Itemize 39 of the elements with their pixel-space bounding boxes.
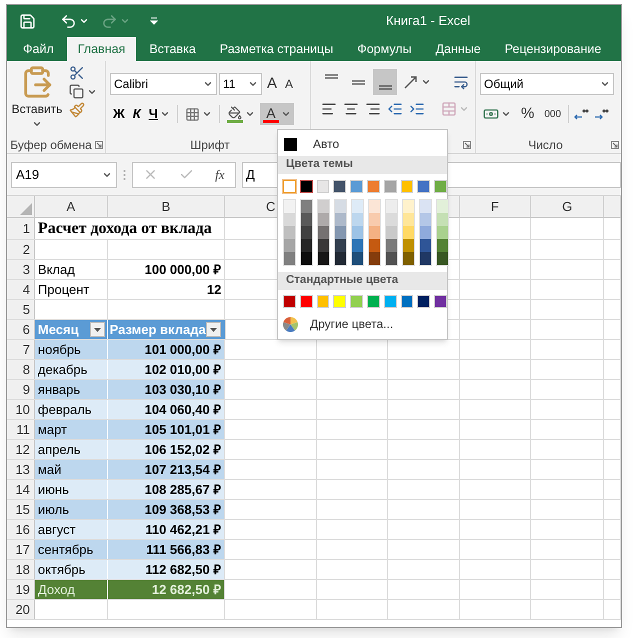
window-title: Книга1 - Excel bbox=[386, 12, 470, 30]
table-cell-text: февраль bbox=[38, 400, 92, 419]
table-cell-text: 110 462,21 ₽ bbox=[145, 520, 222, 539]
group-label: Число bbox=[528, 137, 563, 154]
table-cell-text: 106 152,02 ₽ bbox=[144, 440, 222, 459]
table-cell-text: сентябрь bbox=[38, 540, 94, 559]
column-heading: Размер вклада bbox=[110, 320, 206, 339]
group-label: Буфер обмена bbox=[10, 137, 92, 154]
table-cell-text: 101 000,00 ₽ bbox=[144, 340, 222, 359]
table-cell-text: Доход bbox=[38, 580, 75, 599]
table-cell-text: июнь bbox=[38, 480, 69, 499]
table-cell-text: 112 682,50 ₽ bbox=[145, 560, 222, 579]
table-cell-text: 103 030,10 ₽ bbox=[144, 380, 222, 399]
table-cell-text: ноябрь bbox=[38, 340, 81, 359]
table-cell-text: 100 000,00 ₽ bbox=[144, 260, 222, 279]
sheet-title: Расчет дохода от вклада bbox=[38, 218, 212, 238]
section-heading: Стандартные цвета bbox=[278, 272, 447, 290]
table-cell-text: август bbox=[38, 520, 76, 539]
section-heading: Цвета темы bbox=[278, 156, 447, 174]
table-cell-text: 108 285,67 ₽ bbox=[144, 480, 222, 499]
column-heading: Месяц bbox=[38, 320, 79, 339]
table-cell-text: 12 bbox=[206, 280, 222, 299]
group-label: Шрифт bbox=[190, 137, 230, 154]
table-cell-text: 104 060,40 ₽ bbox=[144, 400, 222, 419]
table-cell-text: 12 682,50 ₽ bbox=[152, 580, 222, 599]
table-cell-text: 105 101,01 ₽ bbox=[144, 420, 222, 439]
table-cell-text: январь bbox=[38, 380, 80, 399]
table-cell-text: март bbox=[38, 420, 67, 439]
table-cell-text: декабрь bbox=[38, 360, 88, 379]
table-cell-text: 107 213,54 ₽ bbox=[144, 460, 222, 479]
table-cell-text: 109 368,53 ₽ bbox=[144, 500, 222, 519]
table-cell-text: Вклад bbox=[38, 260, 75, 279]
table-cell-text: июль bbox=[38, 500, 70, 519]
table-cell-text: май bbox=[38, 460, 62, 479]
table-cell-text: апрель bbox=[38, 440, 81, 459]
table-cell-text: октябрь bbox=[38, 560, 86, 579]
table-cell-text: 102 010,00 ₽ bbox=[144, 360, 222, 379]
table-cell-text: 111 566,83 ₽ bbox=[146, 540, 222, 559]
table-cell-text: Процент bbox=[38, 280, 90, 299]
